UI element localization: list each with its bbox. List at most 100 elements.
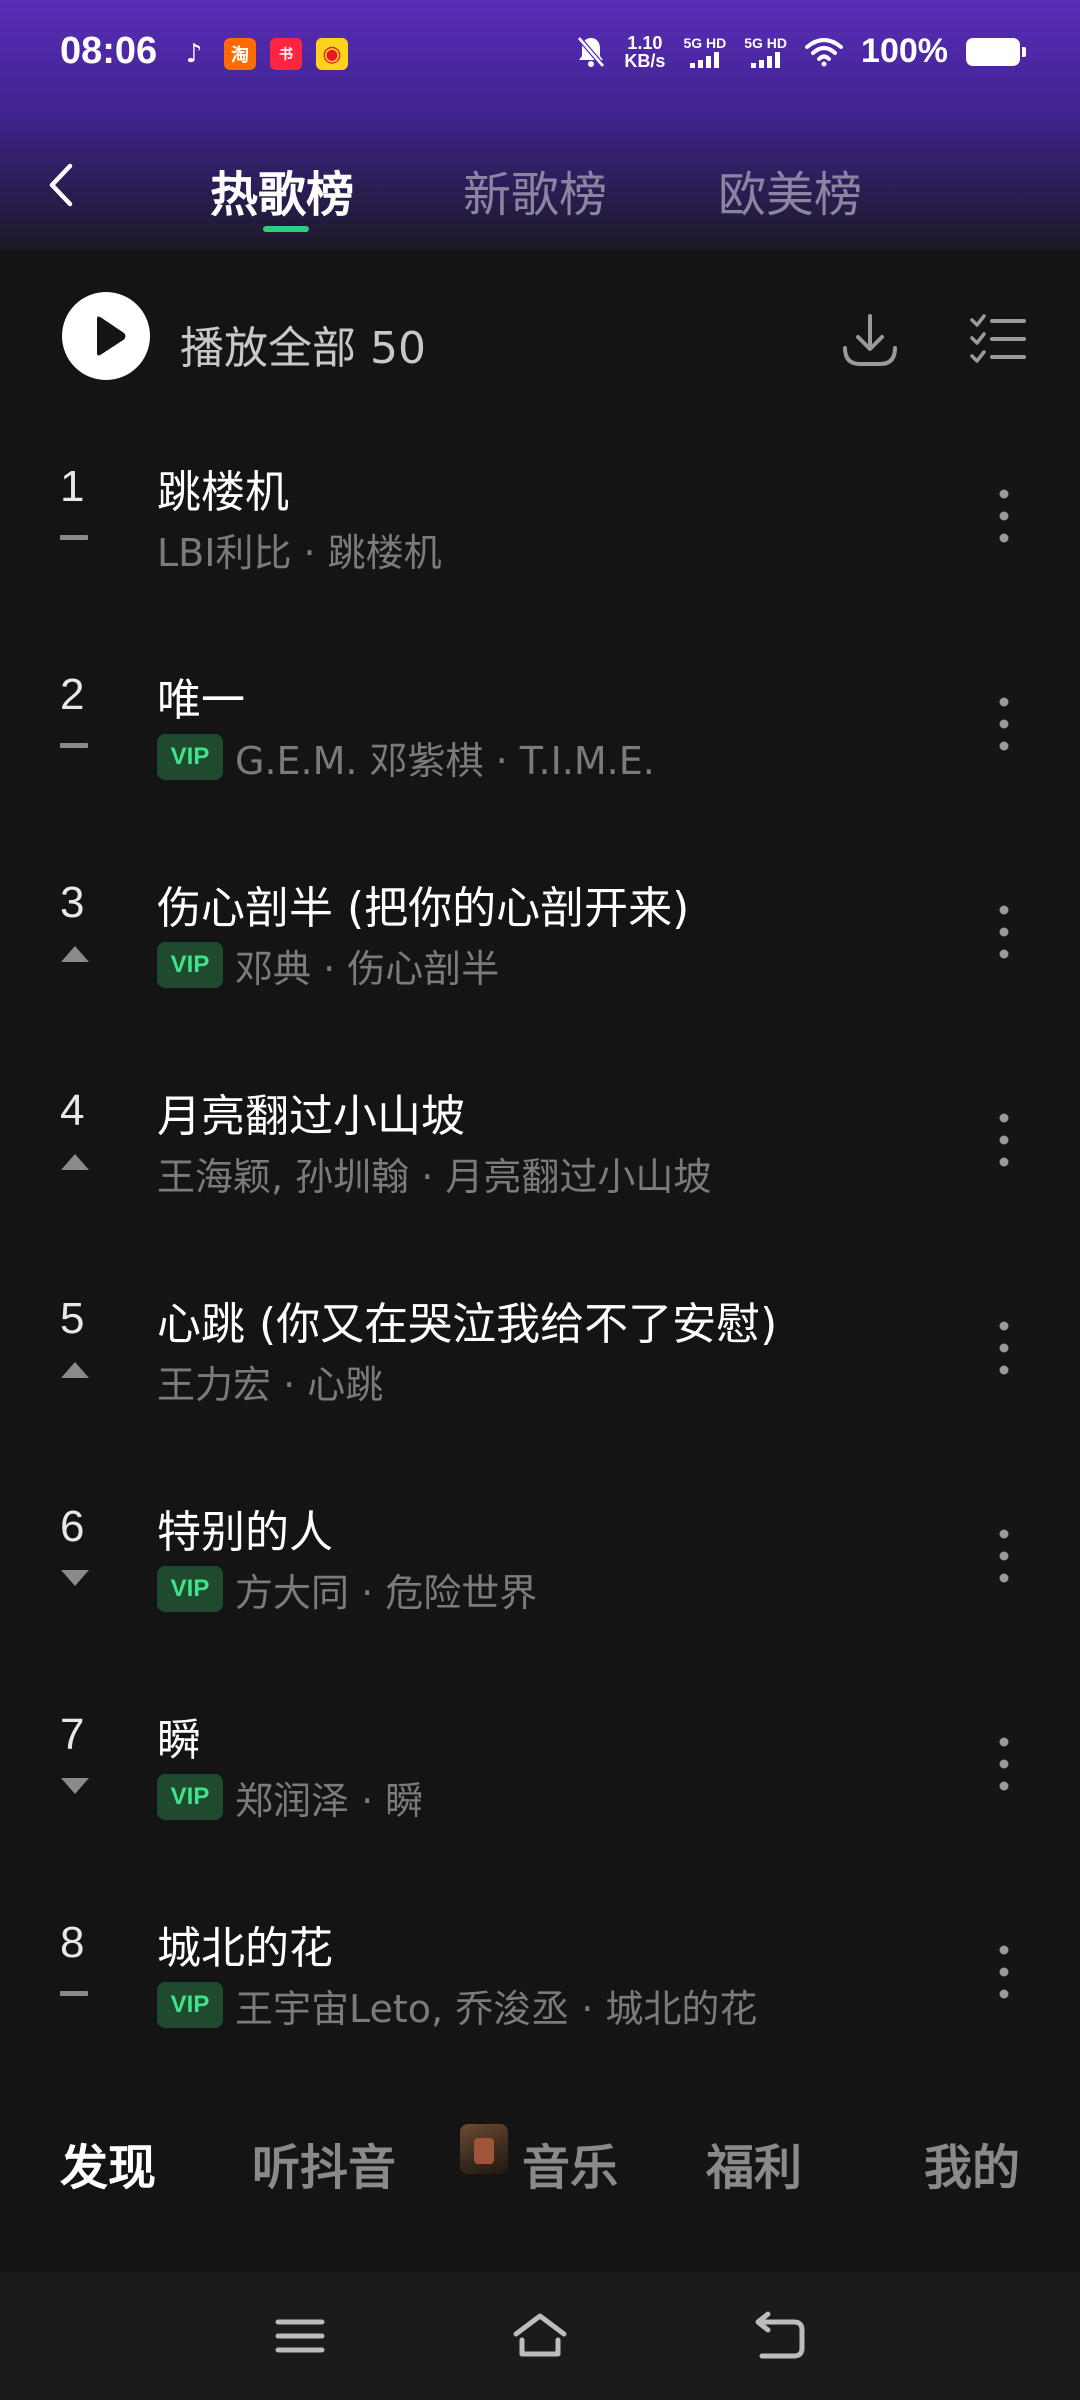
download-icon[interactable] (838, 308, 902, 372)
sim1-signal: 5G HD (683, 36, 726, 68)
menu-icon[interactable] (270, 2310, 330, 2362)
back-icon[interactable] (750, 2310, 810, 2362)
tab-hot-songs[interactable]: 热歌榜 (210, 155, 354, 225)
more-options-icon[interactable] (990, 1110, 1018, 1170)
song-rank: 7 (60, 1710, 85, 1759)
battery-percent: 100% (861, 32, 948, 70)
speed-unit: KB/s (624, 50, 666, 71)
nav-profile[interactable]: 我的 (924, 2128, 1020, 2198)
trend-down-icon (61, 1570, 89, 1586)
song-meta: VIP 王宇宙Leto, 乔浚丞 · 城北的花 (157, 1980, 758, 2031)
wifi-icon (805, 37, 844, 66)
vip-badge: VIP (157, 1982, 223, 2028)
xiaohongshu-icon: 书 (270, 38, 302, 70)
more-options-icon[interactable] (990, 694, 1018, 754)
more-options-icon[interactable] (990, 1318, 1018, 1378)
song-row[interactable]: 6 特别的人 VIP 方大同 · 危险世界 (0, 1468, 1080, 1676)
play-all-row: 播放全部 50 (0, 280, 1080, 390)
song-rank: 5 (60, 1294, 85, 1343)
song-meta: VIP LBI利比 · 跳楼机 (157, 524, 442, 575)
more-options-icon[interactable] (990, 1526, 1018, 1586)
more-options-icon[interactable] (990, 1734, 1018, 1794)
trend-down-icon (61, 1778, 89, 1794)
song-title: 城北的花 (157, 1923, 333, 1974)
notification-icons: ♪ 淘 书 ◉ (178, 38, 348, 70)
song-row[interactable]: 8 城北的花 VIP 王宇宙Leto, 乔浚丞 · 城北的花 (0, 1884, 1080, 2092)
trend-up-icon (61, 946, 89, 962)
more-options-icon[interactable] (990, 1942, 1018, 2002)
weibo-icon: ◉ (316, 38, 348, 70)
song-title: 心跳 (你又在哭泣我给不了安慰) (157, 1299, 778, 1350)
nav-rewards[interactable]: 福利 (706, 2128, 802, 2198)
signal-bars-icon (690, 51, 720, 68)
song-row[interactable]: 2 唯一 VIP G.E.M. 邓紫棋 · T.I.M.E. (0, 636, 1080, 844)
song-title: 特别的人 (157, 1507, 333, 1558)
mute-icon (577, 35, 606, 68)
play-all-button[interactable] (62, 292, 150, 380)
vip-badge: VIP (157, 1566, 223, 1612)
song-row[interactable]: 1 跳楼机 VIP LBI利比 · 跳楼机 (0, 428, 1080, 636)
sim2-signal: 5G HD (744, 36, 787, 68)
song-title: 跳楼机 (157, 467, 289, 518)
nav-discover[interactable]: 发现 (60, 2128, 156, 2198)
song-rank: 8 (60, 1918, 85, 1967)
more-options-icon[interactable] (990, 902, 1018, 962)
nav-listen-douyin[interactable]: 听抖音 (252, 2128, 396, 2198)
tab-western-songs[interactable]: 欧美榜 (718, 155, 862, 225)
active-tab-indicator (263, 226, 309, 232)
tab-new-songs[interactable]: 新歌榜 (463, 155, 607, 225)
taobao-icon: 淘 (224, 38, 256, 70)
vip-badge: VIP (157, 734, 223, 780)
song-title: 唯一 (157, 675, 245, 726)
vip-badge: VIP (157, 1774, 223, 1820)
trend-flat-icon (60, 1991, 88, 1996)
sim1-label: 5G HD (683, 34, 727, 51)
header: 08:06 ♪ 淘 书 ◉ 1.10 KB/s 5G HD 5G HD 100%… (0, 0, 1080, 250)
song-meta: VIP 方大同 · 危险世界 (157, 1564, 538, 1615)
song-meta: VIP 王海颖, 孙圳翰 · 月亮翻过小山坡 (157, 1148, 712, 1199)
song-artist: 郑润泽 · 瞬 (235, 1778, 424, 1823)
back-arrow-icon[interactable] (42, 160, 82, 210)
nav-music[interactable]: 音乐 (522, 2128, 618, 2198)
app-screen: 08:06 ♪ 淘 书 ◉ 1.10 KB/s 5G HD 5G HD 100%… (0, 0, 1080, 2400)
multi-select-icon[interactable] (966, 310, 1030, 370)
status-bar: 08:06 ♪ 淘 书 ◉ 1.10 KB/s 5G HD 5G HD 100% (0, 0, 1080, 110)
song-row[interactable]: 3 伤心剖半 (把你的心剖开来) VIP 邓典 · 伤心剖半 (0, 844, 1080, 1052)
trend-up-icon (61, 1154, 89, 1170)
song-rank: 6 (60, 1502, 85, 1551)
song-meta: VIP 邓典 · 伤心剖半 (157, 940, 500, 991)
song-rank: 1 (60, 462, 85, 511)
song-row[interactable]: 4 月亮翻过小山坡 VIP 王海颖, 孙圳翰 · 月亮翻过小山坡 (0, 1052, 1080, 1260)
song-rank: 3 (60, 878, 85, 927)
more-options-icon[interactable] (990, 486, 1018, 546)
status-time: 08:06 (60, 30, 158, 72)
bottom-nav: 发现 听抖音 音乐 福利 我的 (0, 2100, 1080, 2210)
trend-flat-icon (60, 535, 88, 540)
song-artist: 邓典 · 伤心剖半 (235, 946, 500, 991)
chart-tabs: 热歌榜 新歌榜 欧美榜 (0, 140, 1080, 240)
song-row[interactable]: 7 瞬 VIP 郑润泽 · 瞬 (0, 1676, 1080, 1884)
tiktok-icon: ♪ (185, 39, 203, 69)
song-title: 月亮翻过小山坡 (157, 1091, 465, 1142)
now-playing-thumbnail[interactable] (460, 2124, 508, 2174)
song-row[interactable]: 5 心跳 (你又在哭泣我给不了安慰) VIP 王力宏 · 心跳 (0, 1260, 1080, 1468)
home-icon[interactable] (510, 2310, 570, 2362)
song-artist: 王海颖, 孙圳翰 · 月亮翻过小山坡 (157, 1154, 712, 1199)
battery-icon (966, 37, 1026, 66)
song-rank: 4 (60, 1086, 85, 1135)
song-title: 瞬 (157, 1715, 201, 1766)
play-all-label[interactable]: 播放全部 50 (180, 312, 426, 376)
play-icon (97, 316, 126, 356)
status-right: 1.10 KB/s 5G HD 5G HD 100% (576, 32, 1026, 71)
speed-value: 1.10 (627, 32, 663, 53)
song-artist: 王宇宙Leto, 乔浚丞 · 城北的花 (235, 1986, 758, 2031)
song-rank: 2 (60, 670, 85, 719)
song-meta: VIP 郑润泽 · 瞬 (157, 1772, 424, 1823)
song-artist: 王力宏 · 心跳 (157, 1362, 384, 1407)
song-meta: VIP 王力宏 · 心跳 (157, 1356, 384, 1407)
song-artist: 方大同 · 危险世界 (235, 1570, 538, 1615)
song-title: 伤心剖半 (把你的心剖开来) (157, 883, 690, 934)
sim2-label: 5G HD (744, 34, 788, 51)
network-speed: 1.10 KB/s (624, 34, 665, 70)
signal-bars-icon (751, 51, 781, 68)
